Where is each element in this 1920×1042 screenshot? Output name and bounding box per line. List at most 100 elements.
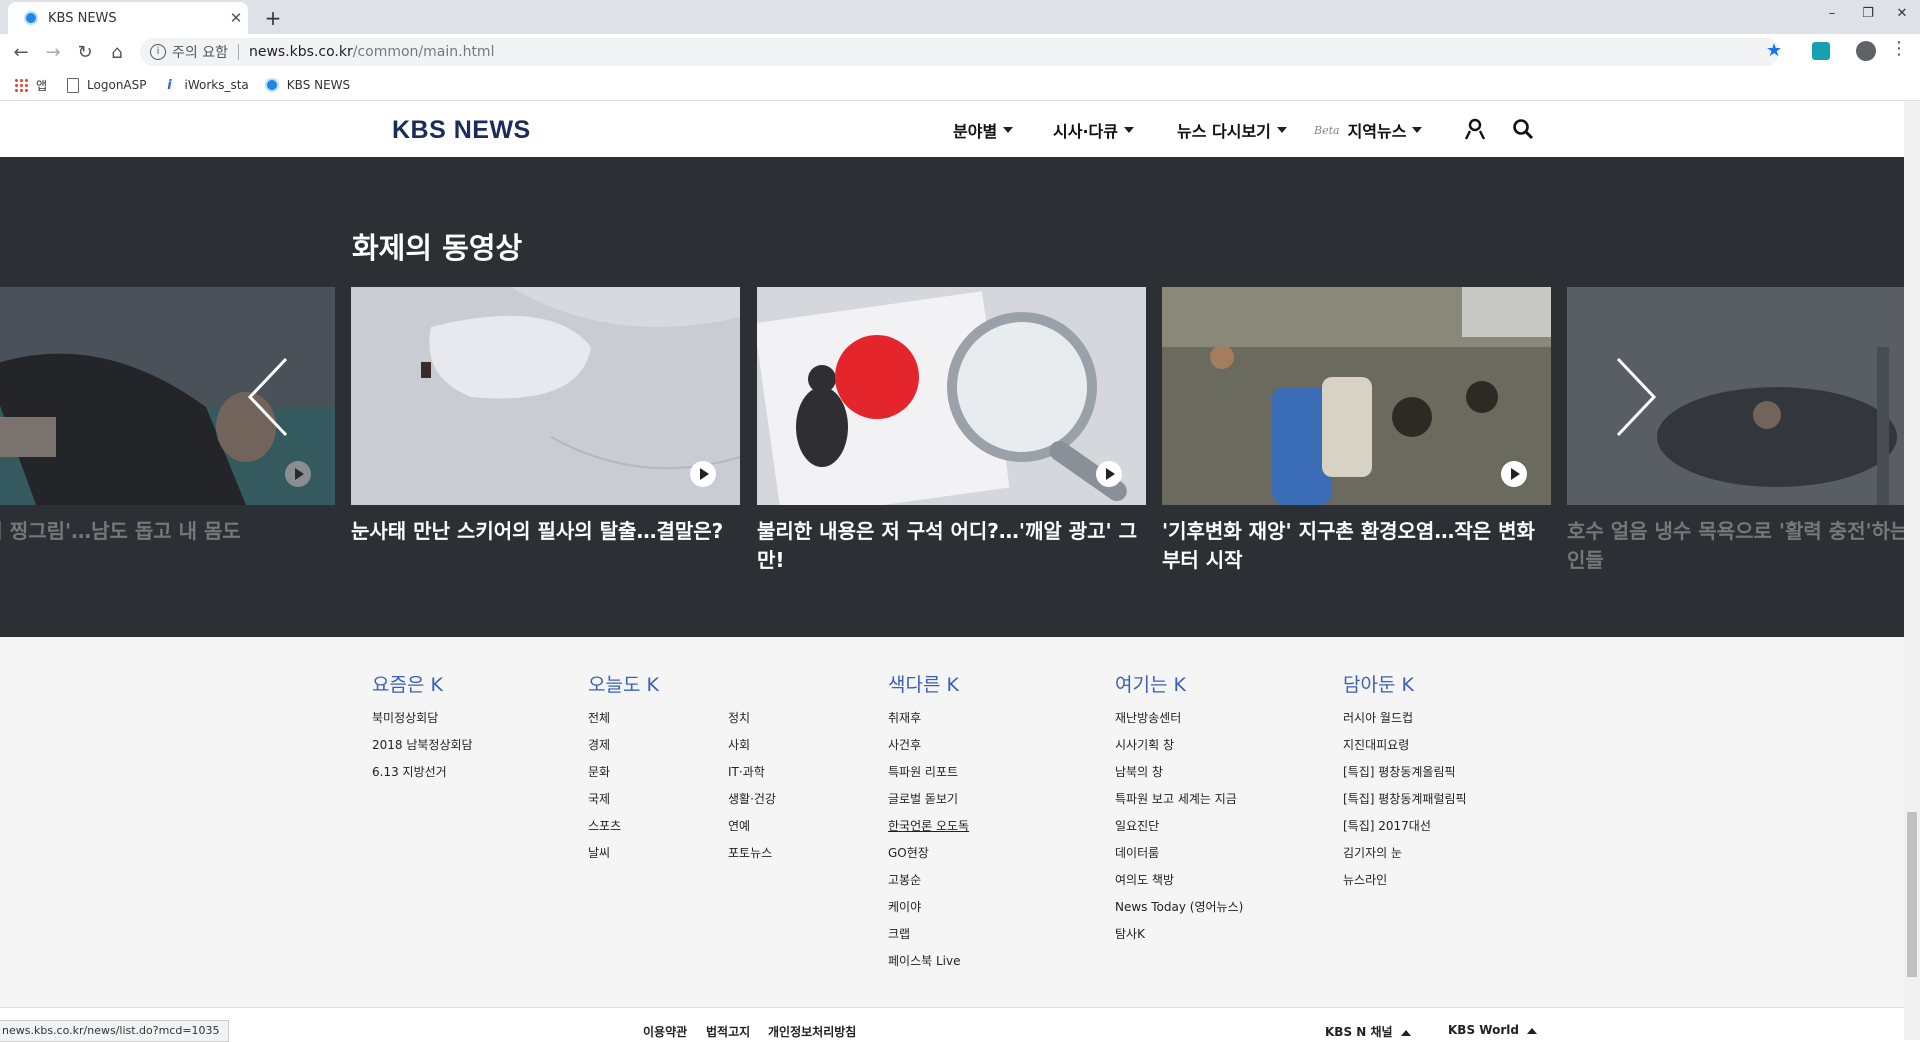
video-title[interactable]: '기후변화 재앙' 지구촌 환경오염…작은 변화부터 시작	[1162, 517, 1551, 575]
footer-link[interactable]: 날씨	[588, 840, 621, 867]
footer-link[interactable]: 문화	[588, 759, 621, 786]
footer-link[interactable]: 사회	[728, 732, 776, 759]
video-card[interactable]: 불리한 내용은 저 구석 어디?…'깨알 광고' 그만!	[757, 287, 1146, 575]
nav-regional-news[interactable]: Beta 지역뉴스	[1314, 118, 1423, 142]
footer-link[interactable]: 경제	[588, 732, 621, 759]
footer-link[interactable]: 연예	[728, 813, 776, 840]
footer-link[interactable]: 특파원 보고 세계는 지금	[1115, 786, 1243, 813]
footer-link[interactable]: 전체	[588, 705, 621, 732]
extension-icon[interactable]	[1812, 42, 1830, 60]
new-tab-button[interactable]: +	[260, 5, 286, 31]
info-icon[interactable]: i	[150, 44, 166, 60]
footer-link[interactable]: 일요진단	[1115, 813, 1243, 840]
footer-link[interactable]: 러시아 월드컵	[1343, 705, 1467, 732]
video-card[interactable]: '기후변화 재앙' 지구촌 환경오염…작은 변화부터 시작	[1162, 287, 1551, 575]
footer-link[interactable]: 생활·건강	[728, 786, 776, 813]
footer-link[interactable]: 특파원 리포트	[888, 759, 969, 786]
profile-avatar-icon[interactable]	[1856, 41, 1876, 61]
kbs-n-channel-dropdown[interactable]: KBS N 채널	[1325, 1023, 1411, 1040]
legal-notice-link[interactable]: 법적고지	[706, 1023, 750, 1040]
footer-column-title[interactable]: 색다른 K	[888, 670, 959, 697]
footer-link[interactable]: IT·과학	[728, 759, 776, 786]
tab-close-icon[interactable]: ✕	[224, 9, 248, 27]
footer-link[interactable]: 고봉순	[888, 867, 969, 894]
video-title[interactable]: 불리한 내용은 저 구석 어디?…'깨알 광고' 그만!	[757, 517, 1146, 575]
video-thumbnail[interactable]	[1162, 287, 1551, 505]
video-title[interactable]: '3초의 찡그림'…남도 돕고 내 몸도	[0, 517, 335, 546]
footer-link[interactable]: 케이야	[888, 894, 969, 921]
security-label[interactable]: 주의 요함	[172, 42, 228, 62]
footer-link[interactable]: 탐사K	[1115, 921, 1243, 948]
video-thumbnail[interactable]	[757, 287, 1146, 505]
kebab-menu-icon[interactable]: ⋮	[1890, 38, 1908, 59]
footer-link[interactable]: 2018 남북정상회담	[372, 732, 473, 759]
forward-arrow-icon[interactable]: →	[40, 40, 66, 66]
footer-link[interactable]: 취재후	[888, 705, 969, 732]
footer-link[interactable]: 페이스북 Live	[888, 948, 969, 975]
carousel-prev-icon[interactable]	[244, 355, 294, 439]
window-close-button[interactable]: ✕	[1884, 0, 1920, 28]
footer-link[interactable]: [특집] 평창동계패럴림픽	[1343, 786, 1467, 813]
video-title[interactable]: 호수 얼음 냉수 목욕으로 '활력 충전'하는 직장인들	[1567, 517, 1920, 575]
address-bar[interactable]: i 주의 요함 news.kbs.co.kr/common/main.html	[140, 38, 1780, 66]
bookmark-star-icon[interactable]: ★	[1766, 40, 1782, 61]
url-path[interactable]: /common/main.html	[353, 44, 495, 60]
footer-link[interactable]: 사건후	[888, 732, 969, 759]
play-icon[interactable]	[1096, 461, 1122, 487]
nav-current-affairs[interactable]: 시사·다큐	[1053, 118, 1134, 142]
footer-link[interactable]: News Today (영어뉴스)	[1115, 894, 1243, 921]
footer-link[interactable]: 6.13 지방선거	[372, 759, 473, 786]
play-icon[interactable]	[285, 461, 311, 487]
bookmark-label: KBS NEWS	[286, 78, 351, 92]
reload-icon[interactable]: ↻	[72, 40, 98, 66]
scrollbar-thumb[interactable]	[1907, 812, 1917, 977]
footer-link[interactable]: 한국언론 오도독	[888, 813, 969, 840]
footer-link[interactable]: 정치	[728, 705, 776, 732]
nav-category[interactable]: 분야별	[953, 118, 1014, 142]
footer-link[interactable]: 포토뉴스	[728, 840, 776, 867]
carousel-next-icon[interactable]	[1610, 355, 1660, 439]
play-icon[interactable]	[1501, 461, 1527, 487]
footer-link[interactable]: 남북의 창	[1115, 759, 1243, 786]
nav-news-replay[interactable]: 뉴스 다시보기	[1177, 118, 1287, 142]
footer-link[interactable]: 데이터룸	[1115, 840, 1243, 867]
footer-link[interactable]: 크랩	[888, 921, 969, 948]
privacy-policy-link[interactable]: 개인정보처리방침	[768, 1023, 856, 1040]
footer-link[interactable]: 북미정상회담	[372, 705, 473, 732]
footer-column-title[interactable]: 담아둔 K	[1343, 670, 1414, 697]
footer-link[interactable]: 김기자의 눈	[1343, 840, 1467, 867]
minimize-button[interactable]: –	[1814, 0, 1850, 28]
footer-link[interactable]: 글로벌 돋보기	[888, 786, 969, 813]
kbs-world-dropdown[interactable]: KBS World	[1448, 1023, 1537, 1037]
video-thumbnail[interactable]	[351, 287, 740, 505]
footer-link[interactable]: [특집] 평창동계올림픽	[1343, 759, 1467, 786]
bookmark-kbs-news[interactable]: KBS NEWS	[264, 78, 351, 92]
browser-tab[interactable]: KBS NEWS ✕	[8, 2, 248, 34]
footer-link[interactable]: 지진대피요령	[1343, 732, 1467, 759]
footer-link[interactable]: 재난방송센터	[1115, 705, 1243, 732]
search-icon[interactable]	[1512, 118, 1534, 140]
bookmark-apps[interactable]: 앱	[14, 77, 47, 94]
user-icon[interactable]	[1464, 118, 1486, 140]
footer-column-title[interactable]: 요즘은 K	[372, 670, 443, 697]
footer-link[interactable]: 여의도 책방	[1115, 867, 1243, 894]
home-icon[interactable]: ⌂	[104, 40, 130, 66]
site-logo[interactable]: KBS NEWS	[392, 116, 531, 145]
bookmark-logonasp[interactable]: LogonASP	[67, 77, 147, 93]
video-title[interactable]: 눈사태 만난 스키어의 필사의 탈출…결말은?	[351, 517, 740, 546]
footer-column-title[interactable]: 오늘도 K	[588, 670, 659, 697]
footer-link[interactable]: 시사기획 창	[1115, 732, 1243, 759]
url-host[interactable]: news.kbs.co.kr	[249, 44, 353, 60]
video-card[interactable]: 눈사태 만난 스키어의 필사의 탈출…결말은?	[351, 287, 740, 546]
footer-link[interactable]: 국제	[588, 786, 621, 813]
back-arrow-icon[interactable]: ←	[8, 40, 34, 66]
restore-button[interactable]: ❐	[1850, 0, 1886, 28]
footer-link[interactable]: GO현장	[888, 840, 969, 867]
footer-link[interactable]: 스포츠	[588, 813, 621, 840]
play-icon[interactable]	[690, 461, 716, 487]
footer-link[interactable]: 뉴스라인	[1343, 867, 1467, 894]
footer-link[interactable]: [특집] 2017대선	[1343, 813, 1467, 840]
terms-link[interactable]: 이용약관	[643, 1023, 687, 1040]
footer-column-title[interactable]: 여기는 K	[1115, 670, 1186, 697]
bookmark-iworks[interactable]: i iWorks_sta	[163, 78, 249, 93]
